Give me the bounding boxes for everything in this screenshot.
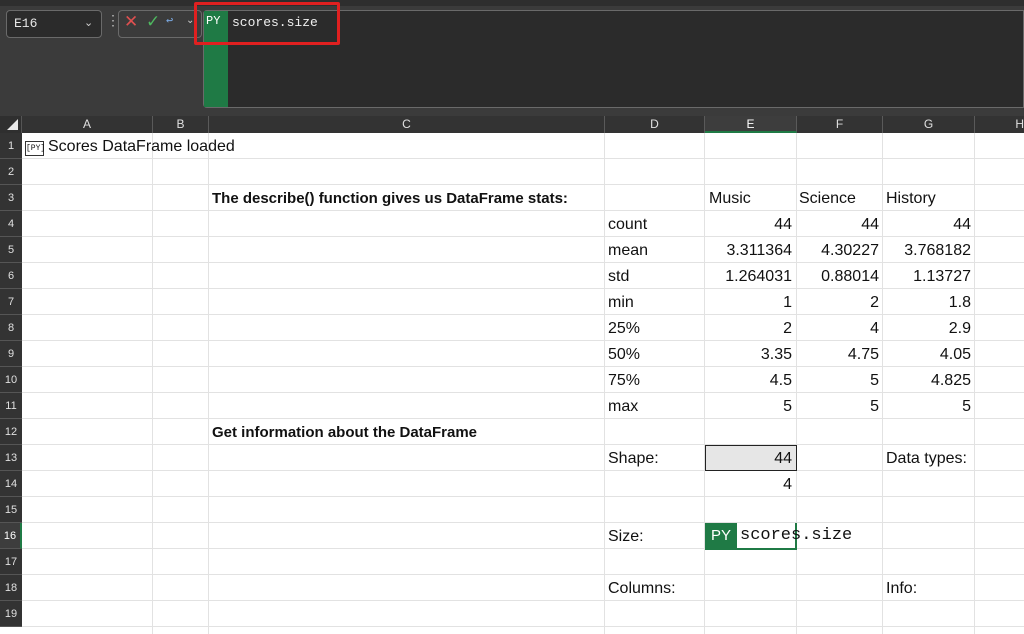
- cell-g6[interactable]: 1.13727: [883, 264, 971, 290]
- gridline: [974, 133, 975, 634]
- cell-d10[interactable]: 75%: [608, 368, 640, 394]
- cell-f5[interactable]: 4.30227: [797, 238, 879, 264]
- cell-d5[interactable]: mean: [608, 238, 648, 264]
- cell-e16-formula[interactable]: scores.size: [740, 523, 852, 549]
- row-header-9[interactable]: 9: [0, 341, 22, 367]
- cell-d8[interactable]: 25%: [608, 316, 640, 342]
- gridline: [22, 184, 1024, 185]
- cell-a1[interactable]: Scores DataFrame loaded: [48, 134, 235, 160]
- row-header-6[interactable]: 6: [0, 263, 22, 289]
- row-header-15[interactable]: 15: [0, 497, 22, 523]
- cell-g10[interactable]: 4.825: [883, 368, 971, 394]
- row-header-8[interactable]: 8: [0, 315, 22, 341]
- row-header-4[interactable]: 4: [0, 211, 22, 237]
- row-header-2[interactable]: 2: [0, 159, 22, 185]
- row-header-17[interactable]: 17: [0, 549, 22, 575]
- cell-d18[interactable]: Columns:: [608, 576, 676, 602]
- row-header-14[interactable]: 14: [0, 471, 22, 497]
- python-cell-badge: PY: [705, 523, 737, 549]
- col-header-c[interactable]: C: [209, 116, 605, 133]
- col-header-d[interactable]: D: [605, 116, 705, 133]
- row-header-11[interactable]: 11: [0, 393, 22, 419]
- row-header-18[interactable]: 18: [0, 575, 22, 601]
- cell-e5[interactable]: 3.311364: [705, 238, 792, 264]
- cell-e13[interactable]: 44: [705, 446, 792, 472]
- cell-e7[interactable]: 1: [705, 290, 792, 316]
- cell-e3[interactable]: Music: [709, 186, 751, 212]
- cell-g7[interactable]: 1.8: [883, 290, 971, 316]
- cell-g13[interactable]: Data types:: [886, 446, 967, 472]
- cell-d7[interactable]: min: [608, 290, 634, 316]
- cell-f4[interactable]: 44: [797, 212, 879, 238]
- row-header-19[interactable]: 19: [0, 601, 22, 627]
- cell-d11[interactable]: max: [608, 394, 638, 420]
- col-header-e[interactable]: E: [705, 116, 797, 133]
- row-header-5[interactable]: 5: [0, 237, 22, 263]
- cell-f8[interactable]: 4: [797, 316, 879, 342]
- gridline: [22, 548, 1024, 549]
- cell-g9[interactable]: 4.05: [883, 342, 971, 368]
- cell-f11[interactable]: 5: [797, 394, 879, 420]
- title-strip: [0, 0, 1024, 6]
- col-header-f[interactable]: F: [797, 116, 883, 133]
- cell-d6[interactable]: std: [608, 264, 629, 290]
- cell-e11[interactable]: 5: [705, 394, 792, 420]
- col-header-a[interactable]: A: [22, 116, 153, 133]
- cell-g5[interactable]: 3.768182: [883, 238, 971, 264]
- cell-e9[interactable]: 3.35: [705, 342, 792, 368]
- cell-g3[interactable]: History: [886, 186, 936, 212]
- select-all-icon: [7, 119, 18, 130]
- cell-e8[interactable]: 2: [705, 316, 792, 342]
- gridline: [22, 444, 1024, 445]
- cell-c3[interactable]: The describe() function gives us DataFra…: [212, 186, 605, 212]
- row-header-3[interactable]: 3: [0, 185, 22, 211]
- cell-d9[interactable]: 50%: [608, 342, 640, 368]
- gridline: [22, 470, 1024, 471]
- python-object-icon[interactable]: [PY]: [25, 141, 45, 156]
- gridline: [22, 496, 1024, 497]
- cell-d4[interactable]: count: [608, 212, 647, 238]
- cell-g4[interactable]: 44: [883, 212, 971, 238]
- row-header-10[interactable]: 10: [0, 367, 22, 393]
- gridline: [22, 600, 1024, 601]
- col-header-b[interactable]: B: [153, 116, 209, 133]
- cell-e10[interactable]: 4.5: [705, 368, 792, 394]
- col-header-h[interactable]: H: [975, 116, 1024, 133]
- row-header-16[interactable]: 16: [0, 523, 22, 549]
- row-header-1[interactable]: 1: [0, 133, 22, 159]
- cell-e6[interactable]: 1.264031: [705, 264, 792, 290]
- cell-g18[interactable]: Info:: [886, 576, 917, 602]
- col-header-g[interactable]: G: [883, 116, 975, 133]
- gridline: [208, 133, 209, 634]
- gridline: [22, 574, 1024, 575]
- cell-d16[interactable]: Size:: [608, 524, 644, 550]
- cell-g11[interactable]: 5: [883, 394, 971, 420]
- cell-f3[interactable]: Science: [799, 186, 856, 212]
- gridline: [22, 522, 1024, 523]
- cell-c12[interactable]: Get information about the DataFrame: [212, 420, 477, 446]
- cell-f9[interactable]: 4.75: [797, 342, 879, 368]
- cell-e14[interactable]: 4: [705, 472, 792, 498]
- highlight-annotation: [194, 2, 340, 45]
- gridline: [22, 626, 1024, 627]
- cell-e4[interactable]: 44: [705, 212, 792, 238]
- chevron-down-icon[interactable]: ⌄: [84, 16, 93, 29]
- cancel-icon[interactable]: ✕: [124, 12, 138, 32]
- cell-f10[interactable]: 5: [797, 368, 879, 394]
- row-header-7[interactable]: 7: [0, 289, 22, 315]
- cell-g8[interactable]: 2.9: [883, 316, 971, 342]
- name-box-value: E16: [14, 16, 38, 31]
- row-header-13[interactable]: 13: [0, 445, 22, 471]
- enter-check-icon[interactable]: ✓: [146, 12, 160, 32]
- cell-f6[interactable]: 0.88014: [797, 264, 879, 290]
- gridline: [152, 133, 153, 634]
- row-header-12[interactable]: 12: [0, 419, 22, 445]
- python-output-icon[interactable]: ↩: [166, 13, 173, 28]
- cell-f7[interactable]: 2: [797, 290, 879, 316]
- cell-d13[interactable]: Shape:: [608, 446, 659, 472]
